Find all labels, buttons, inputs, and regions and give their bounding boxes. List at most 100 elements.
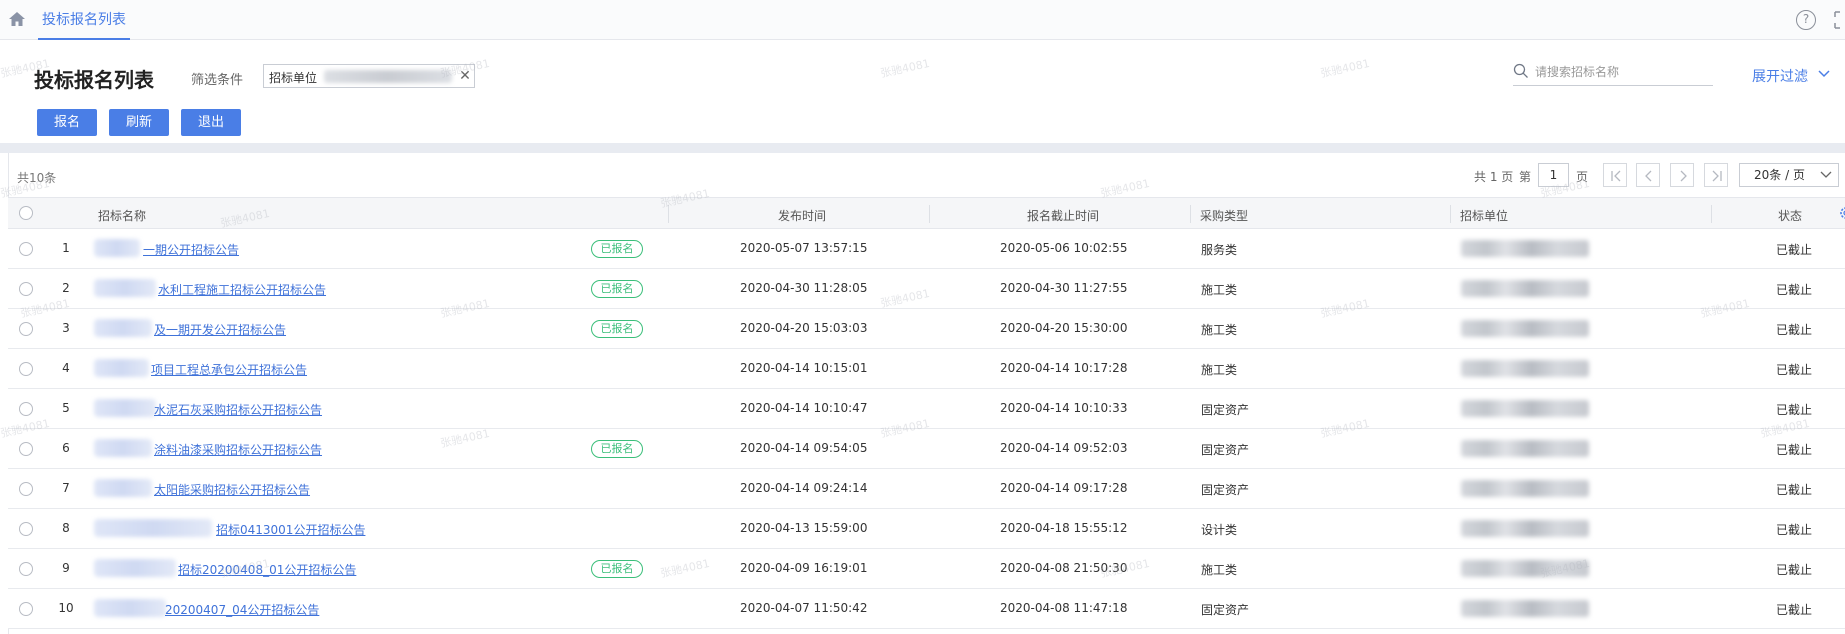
- row-select-radio[interactable]: [19, 482, 33, 496]
- exit-button[interactable]: 退出: [181, 109, 241, 136]
- filter-label: 筛选条件: [191, 73, 244, 88]
- deadline-time: 2020-04-30 11:27:55: [1000, 281, 1128, 295]
- status-text: 已截止: [1776, 403, 1813, 417]
- redacted-bidding-unit: [1461, 240, 1589, 257]
- row-select-radio[interactable]: [19, 402, 33, 416]
- row-select-radio[interactable]: [19, 522, 33, 536]
- registered-badge: 已报名: [591, 240, 643, 258]
- status-text: 已截止: [1776, 243, 1813, 257]
- page-size-select[interactable]: 20条 / 页: [1739, 163, 1839, 187]
- row-index: 5: [62, 401, 70, 415]
- table-row[interactable]: 3 及一期开发公开招标公告 已报名 2020-04-20 15:03:03 2020-0…: [8, 309, 1845, 349]
- purchase-type: 固定资产: [1201, 443, 1250, 457]
- refresh-button[interactable]: 刷新: [109, 109, 169, 136]
- redacted-name-prefix: [94, 399, 156, 417]
- help-icon[interactable]: ?: [1796, 10, 1816, 30]
- purchase-type: 施工类: [1201, 563, 1238, 577]
- page-size-value: 20条 / 页: [1754, 168, 1805, 182]
- registered-badge: 已报名: [591, 560, 643, 578]
- chevron-right-icon: [1680, 170, 1687, 182]
- chevron-down-icon[interactable]: [1818, 69, 1830, 79]
- row-index: 1: [62, 241, 70, 255]
- row-index: 8: [62, 521, 70, 535]
- home-icon[interactable]: [8, 10, 26, 28]
- bid-name-link[interactable]: 水泥石灰采购招标公开招标公告: [154, 401, 322, 418]
- bid-name-link[interactable]: 20200407_04公开招标公告: [165, 601, 319, 618]
- row-index: 7: [62, 481, 70, 495]
- bid-name-link[interactable]: 太阳能采购招标公开招标公告: [154, 481, 310, 498]
- select-all-radio[interactable]: [19, 206, 33, 220]
- page-title: 投标报名列表: [34, 68, 154, 92]
- row-select-radio[interactable]: [19, 362, 33, 376]
- status-text: 已截止: [1776, 603, 1813, 617]
- purchase-type: 设计类: [1201, 523, 1238, 537]
- bid-name-link[interactable]: 一期公开招标公告: [143, 241, 239, 258]
- bid-name-link[interactable]: 涂料油漆采购招标公开招标公告: [154, 441, 322, 458]
- purchase-type: 施工类: [1201, 363, 1238, 377]
- redacted-bidding-unit: [1461, 480, 1589, 497]
- table-row[interactable]: 6 涂料油漆采购招标公开招标公告 已报名 2020-04-14 09:54:05 202…: [8, 429, 1845, 469]
- column-header-purchase-type[interactable]: 采购类型: [1200, 207, 1248, 224]
- row-select-radio[interactable]: [19, 602, 33, 616]
- signup-button[interactable]: 报名: [37, 109, 97, 136]
- column-header-name[interactable]: 招标名称: [98, 207, 146, 224]
- bid-name-link[interactable]: 招标0413001公开招标公告: [216, 521, 365, 538]
- status-text: 已截止: [1776, 443, 1813, 457]
- status-text: 已截止: [1776, 283, 1813, 297]
- first-page-button[interactable]: [1603, 163, 1627, 187]
- bid-name-link[interactable]: 及一期开发公开招标公告: [154, 321, 286, 338]
- bid-name-link[interactable]: 水利工程施工招标公开招标公告: [158, 281, 326, 298]
- row-index: 10: [58, 601, 74, 615]
- expand-filter-link[interactable]: 展开过滤: [1752, 66, 1808, 86]
- purchase-type: 固定资产: [1201, 403, 1250, 417]
- table-row[interactable]: 2 水利工程施工招标公开招标公告 已报名 2020-04-30 11:28:05 202…: [8, 269, 1845, 309]
- gear-icon[interactable]: [1838, 205, 1845, 221]
- row-select-radio[interactable]: [19, 442, 33, 456]
- table-row[interactable]: 5 水泥石灰采购招标公开招标公告 2020-04-14 10:10:47 2020-0…: [8, 389, 1845, 429]
- column-header-status[interactable]: 状态: [1778, 207, 1802, 224]
- deadline-time: 2020-04-14 09:17:28: [1000, 481, 1128, 495]
- fullscreen-icon[interactable]: [1834, 11, 1845, 29]
- column-header-publish-time[interactable]: 发布时间: [778, 207, 826, 224]
- purchase-type: 固定资产: [1201, 603, 1250, 617]
- bid-name-link[interactable]: 项目工程总承包公开招标公告: [151, 361, 307, 378]
- prev-page-button[interactable]: [1636, 163, 1660, 187]
- purchase-type: 服务类: [1201, 243, 1238, 257]
- bid-name-link[interactable]: 招标20200408_01公开招标公告: [178, 561, 356, 578]
- deadline-time: 2020-04-14 10:10:33: [1000, 401, 1128, 415]
- purchase-type: 施工类: [1201, 283, 1238, 297]
- last-page-button[interactable]: [1704, 163, 1728, 187]
- table-row[interactable]: 9 招标20200408_01公开招标公告 已报名 2020-04-09 16:19:…: [8, 549, 1845, 589]
- search-input[interactable]: [1535, 62, 1705, 82]
- column-divider: [1190, 205, 1191, 223]
- row-select-radio[interactable]: [19, 282, 33, 296]
- table-row[interactable]: 7 太阳能采购招标公开招标公告 2020-04-14 09:24:14 2020-04…: [8, 469, 1845, 509]
- column-header-unit[interactable]: 招标单位: [1460, 207, 1508, 224]
- table-row[interactable]: 1 一期公开招标公告 已报名 2020-05-07 13:57:15 2020-05-0…: [8, 229, 1845, 269]
- filter-chip-bidding-unit[interactable]: 招标单位 ✕: [263, 64, 475, 88]
- deadline-time: 2020-05-06 10:02:55: [1000, 241, 1128, 255]
- publish-time: 2020-04-30 11:28:05: [740, 281, 868, 295]
- next-page-button[interactable]: [1670, 163, 1694, 187]
- row-select-radio[interactable]: [19, 562, 33, 576]
- tab-bid-signup-list[interactable]: 投标报名列表: [38, 0, 130, 40]
- watermark: 张驰4081: [879, 56, 931, 81]
- close-icon[interactable]: ✕: [456, 66, 474, 86]
- table-row[interactable]: 10 20200407_04公开招标公告 2020-04-07 11:50:42 20…: [8, 589, 1845, 629]
- watermark: 张驰4081: [1319, 56, 1371, 81]
- deadline-time: 2020-04-18 15:55:12: [1000, 521, 1128, 535]
- row-select-radio[interactable]: [19, 242, 33, 256]
- table-row[interactable]: 4 项目工程总承包公开招标公告 2020-04-14 10:15:01 2020-04…: [8, 349, 1845, 389]
- publish-time: 2020-04-20 15:03:03: [740, 321, 868, 335]
- publish-time: 2020-04-07 11:50:42: [740, 601, 868, 615]
- column-header-deadline[interactable]: 报名截止时间: [1027, 207, 1099, 224]
- column-divider: [1450, 205, 1451, 223]
- row-index: 2: [62, 281, 70, 295]
- row-select-radio[interactable]: [19, 322, 33, 336]
- deadline-time: 2020-04-14 10:17:28: [1000, 361, 1128, 375]
- row-index: 6: [62, 441, 70, 455]
- table-row[interactable]: 8 招标0413001公开招标公告 2020-04-13 15:59:00 2020-…: [8, 509, 1845, 549]
- registered-badge: 已报名: [591, 280, 643, 298]
- page-number-input[interactable]: 1: [1538, 163, 1569, 187]
- deadline-time: 2020-04-14 09:52:03: [1000, 441, 1128, 455]
